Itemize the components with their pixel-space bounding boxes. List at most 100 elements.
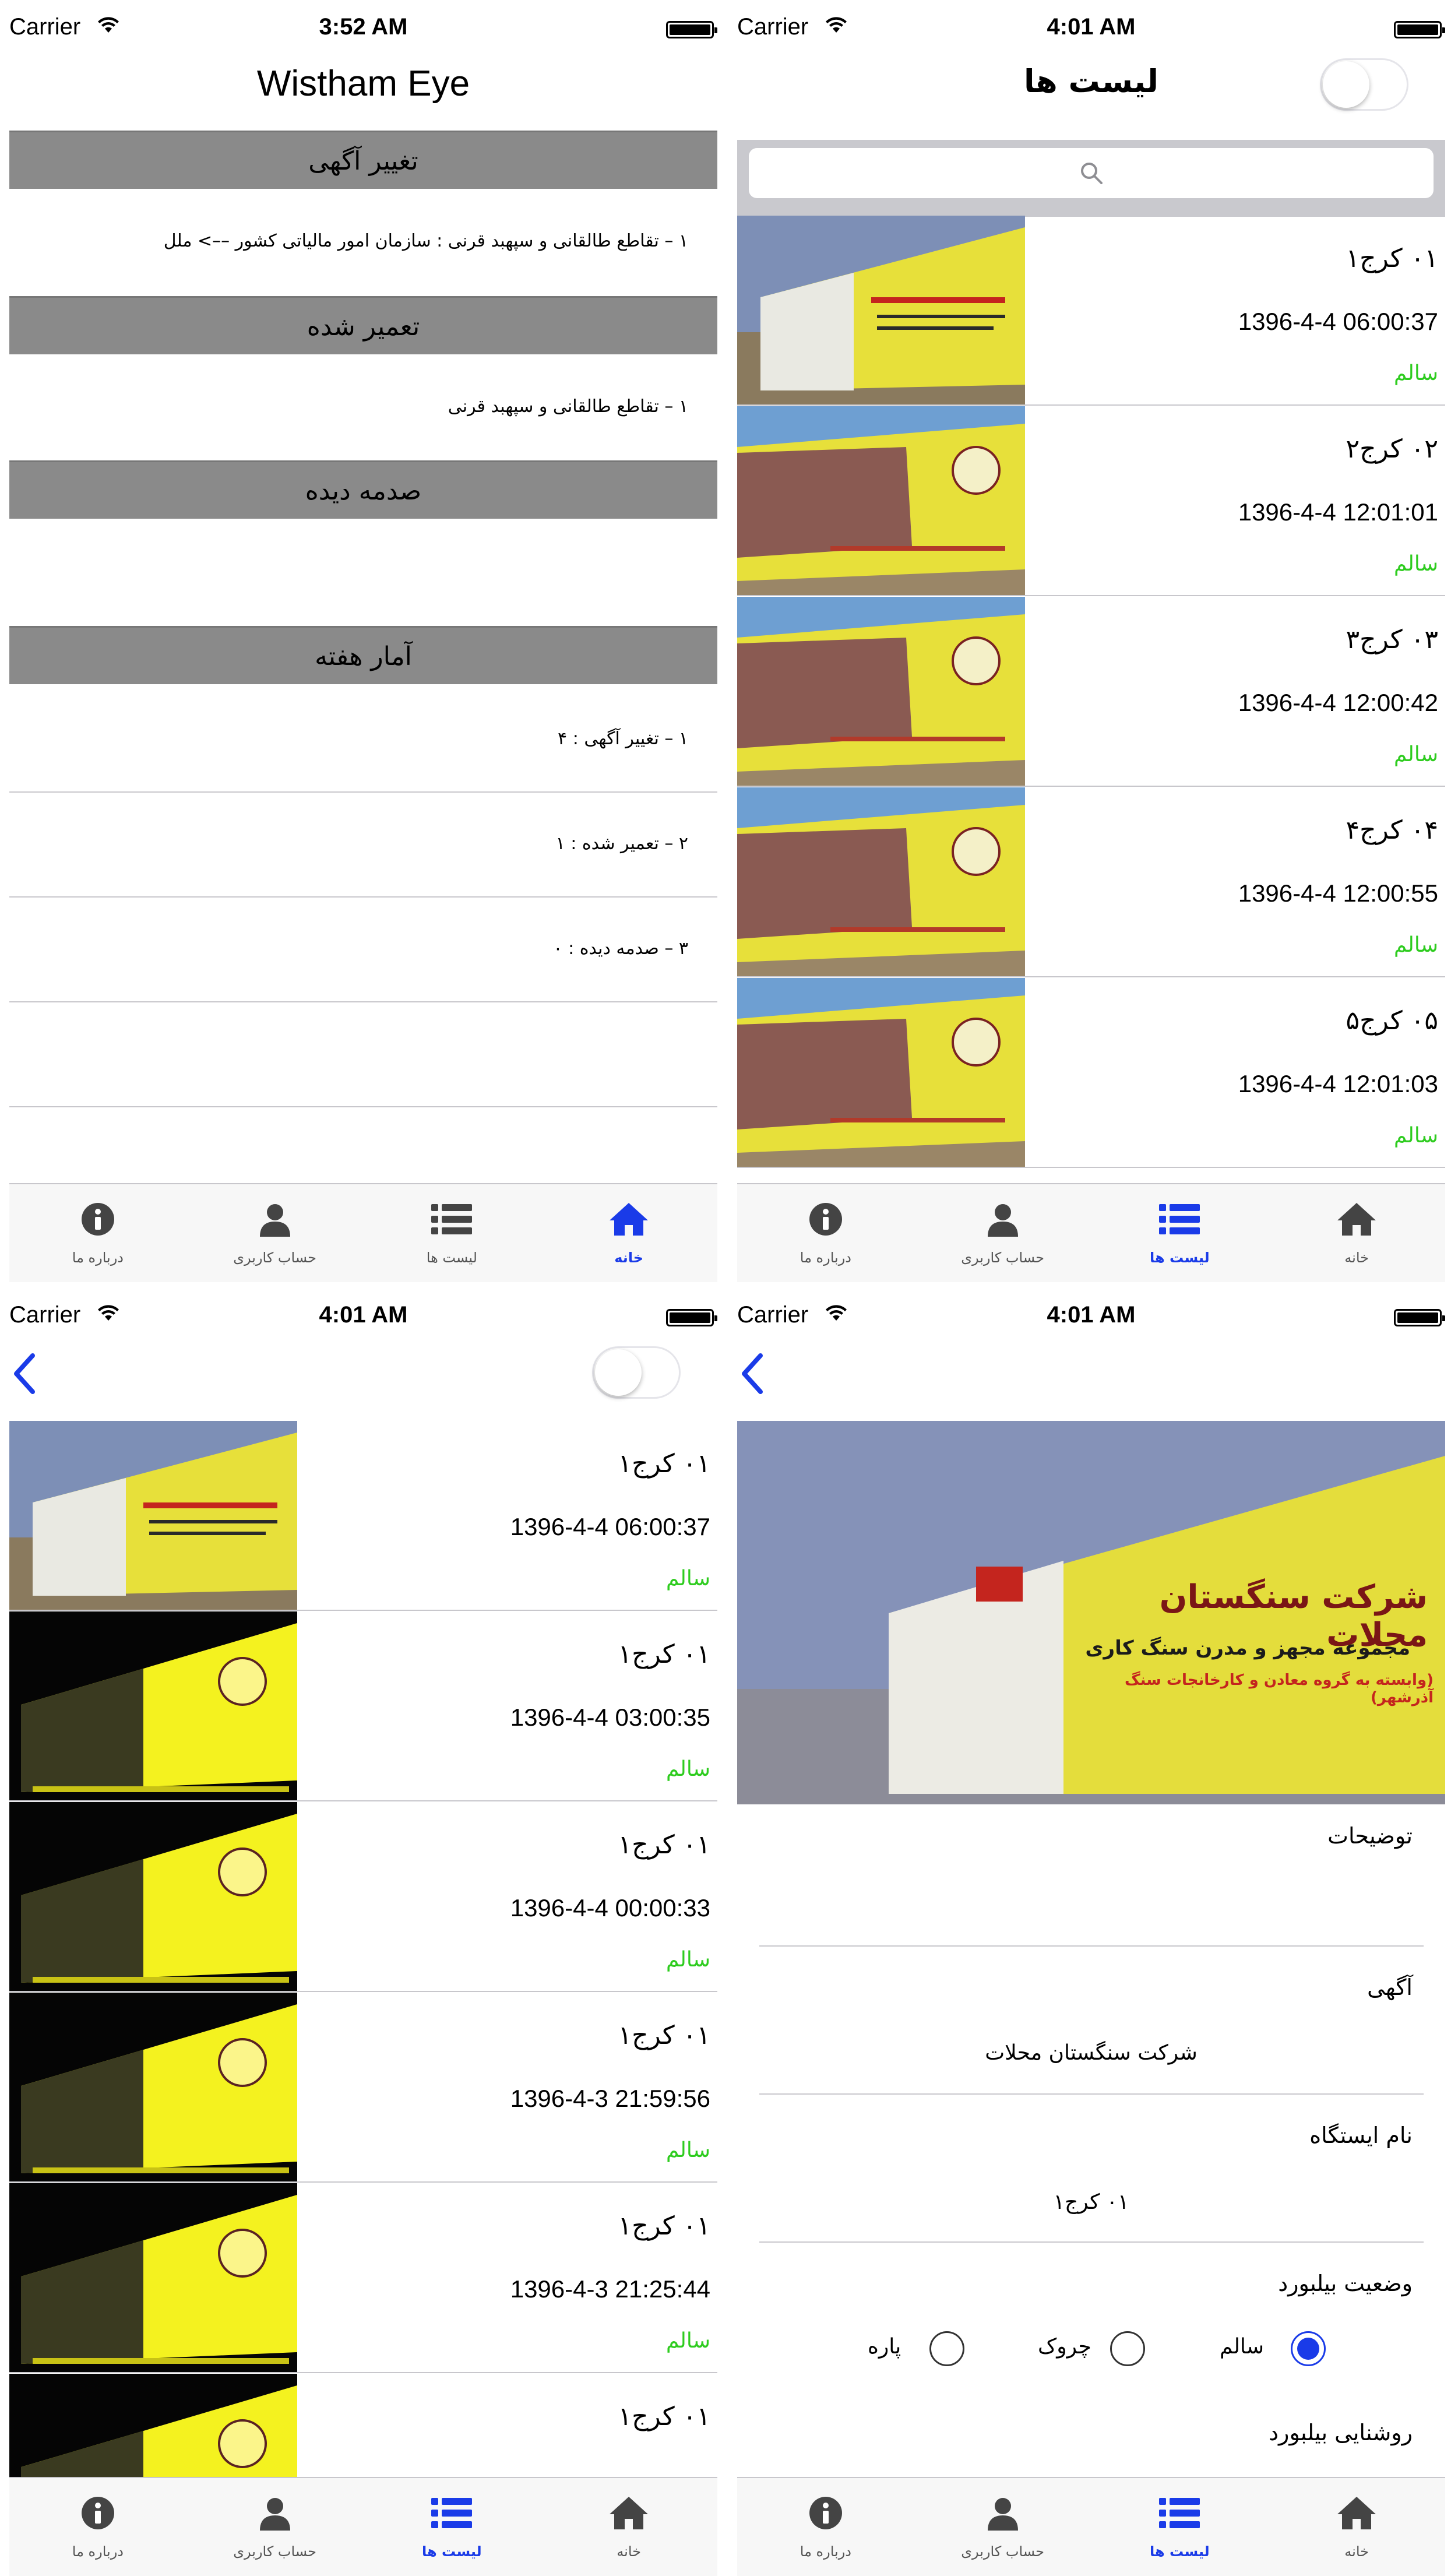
status-radio-wrinkled[interactable] <box>1110 2331 1145 2366</box>
billboard-thumbnail <box>737 216 1025 404</box>
tab-home[interactable]: خانه <box>1268 2478 1445 2576</box>
tab-account[interactable]: حساب کاربری <box>186 1184 364 1282</box>
capture-time: 1396-4-4 12:01:03 <box>1238 1070 1438 1097</box>
repaired-item[interactable]: ۱ – تقاطع طالقانی و سپهبد قرنی <box>448 396 688 417</box>
station-name: ۰۵ کرج۵ <box>1346 1006 1438 1036</box>
tab-account-label: حساب کاربری <box>233 1250 317 1266</box>
list-icon <box>1159 2496 1200 2531</box>
tab-lists-label: لیست ها <box>426 1250 477 1266</box>
info-icon <box>80 1202 115 1237</box>
tab-about[interactable]: درباره ما <box>737 2478 914 2576</box>
tab-lists[interactable]: لیست ها <box>1091 1184 1269 1282</box>
billboard-lighting-label: روشنایی بیلبورد <box>1269 2420 1413 2445</box>
back-chevron-icon[interactable] <box>13 1353 36 1394</box>
tab-account[interactable]: حساب کاربری <box>914 2478 1091 2576</box>
billboard-photo: شرکت سنگستان محلات مجموعه مجهز و مدرن سن… <box>737 1421 1445 1804</box>
tab-about[interactable]: درباره ما <box>9 1184 186 1282</box>
list-item[interactable]: ۰۱ کرج۱ 1396-4-4 06:00:37 سالم <box>9 1421 717 1611</box>
filter-toggle[interactable] <box>1320 58 1408 111</box>
tab-bar: درباره ما حساب کاربری لیست ها خانه <box>9 1183 717 1282</box>
info-icon <box>808 2496 843 2531</box>
tab-bar: درباره ما حساب کاربری لیست ها خانه <box>737 1183 1445 1282</box>
billboard-thumbnail <box>9 1421 297 1610</box>
tab-home[interactable]: خانه <box>540 1184 717 1282</box>
tab-home[interactable]: خانه <box>540 2478 717 2576</box>
tab-about[interactable]: درباره ما <box>737 1184 914 1282</box>
list-item[interactable]: ۰۲ کرج۲ 1396-4-4 12:01:01 سالم <box>737 406 1445 596</box>
tab-account[interactable]: حساب کاربری <box>186 2478 364 2576</box>
list-item[interactable]: ۰۴ کرج۴ 1396-4-4 12:00:55 سالم <box>737 787 1445 977</box>
status-bar: Carrier 4:01 AM <box>737 0 1445 58</box>
station-name: ۰۳ کرج۳ <box>1346 625 1438 654</box>
clock: 3:52 AM <box>319 14 408 40</box>
home-screen: Carrier 3:52 AM Wistham Eye تغییر آگهی ۱… <box>9 0 717 1282</box>
filter-toggle[interactable] <box>592 1346 681 1399</box>
capture-time: 1396-4-4 06:00:37 <box>1238 308 1438 335</box>
info-icon <box>80 2496 115 2531</box>
status-badge: سالم <box>665 1757 710 1781</box>
stat-row-empty <box>9 1107 717 1183</box>
tab-home-label: خانه <box>617 2543 641 2560</box>
list-item[interactable]: ۰۱ کرج۱ 1396-4-3 21:59:56 سالم <box>9 1993 717 2183</box>
list-item[interactable]: ۰۳ کرج۳ 1396-4-4 12:00:42 سالم <box>737 597 1445 787</box>
stat-row-empty <box>9 1002 717 1107</box>
user-icon <box>985 1202 1020 1237</box>
capture-time: 1396-4-4 12:00:55 <box>1238 879 1438 907</box>
battery-icon <box>1394 1309 1445 1326</box>
tab-home[interactable]: خانه <box>1268 1184 1445 1282</box>
tab-lists[interactable]: لیست ها <box>1091 2478 1269 2576</box>
section-header-weekly: آمار هفته <box>9 626 717 684</box>
status-bar: Carrier 4:01 AM <box>737 1288 1445 1346</box>
status-badge: سالم <box>1393 1124 1438 1148</box>
battery-icon <box>666 21 717 38</box>
tab-bar: درباره ما حساب کاربری لیست ها خانه <box>9 2477 717 2576</box>
stat-row: ۲ – تعمیر شده : ۱ <box>9 793 717 898</box>
status-radio-torn[interactable] <box>929 2331 964 2366</box>
tab-account-label: حساب کاربری <box>961 1250 1045 1266</box>
list-item[interactable]: ۰۵ کرج۵ 1396-4-4 12:01:03 سالم <box>737 978 1445 1168</box>
list-item[interactable]: ۰۱ کرج۱ 1396-4-3 21:25:44 سالم <box>9 2183 717 2373</box>
section-header-damaged: صدمه دیده <box>9 460 717 519</box>
ad-change-item[interactable]: ۱ – تقاطع طالقانی و سپهبد قرنی : سازمان … <box>164 231 688 251</box>
tab-about-label: درباره ما <box>800 1250 851 1266</box>
tab-lists[interactable]: لیست ها <box>364 2478 541 2576</box>
tab-account-label: حساب کاربری <box>233 2543 317 2560</box>
divider <box>759 1945 1424 1947</box>
tab-lists[interactable]: لیست ها <box>364 1184 541 1282</box>
station-name: ۰۱ کرج۱ <box>1346 244 1438 273</box>
divider <box>759 2241 1424 2243</box>
billboard-thumbnail <box>737 787 1025 976</box>
status-radio-healthy[interactable] <box>1291 2331 1326 2366</box>
list-item[interactable]: ۰۱ کرج۱ 1396-4-4 06:00:37 سالم <box>737 216 1445 406</box>
battery-icon <box>666 1309 717 1326</box>
tab-lists-label: لیست ها <box>422 2543 482 2560</box>
billboard-subline: مجموعه مجهز و مدرن سنگ کاری <box>1085 1637 1410 1660</box>
user-icon <box>985 2496 1020 2531</box>
stat-row: ۱ – تغییر آگهی : ۴ <box>9 688 717 793</box>
tab-lists-label: لیست ها <box>1150 1250 1210 1266</box>
capture-time: 1396-4-4 12:00:42 <box>1238 689 1438 716</box>
clock: 4:01 AM <box>319 1302 408 1328</box>
capture-time: 1396-4-4 12:01:01 <box>1238 498 1438 526</box>
stat-row: ۳ – صدمه دیده : ۰ <box>9 898 717 1002</box>
status-badge: سالم <box>1393 552 1438 576</box>
section-header-ad-change: تغییر آگهی <box>9 131 717 189</box>
capture-time: 1396-4-3 21:59:56 <box>510 2085 710 2112</box>
back-chevron-icon[interactable] <box>741 1353 764 1394</box>
search-input[interactable] <box>749 148 1434 198</box>
capture-time: 1396-4-3 21:25:44 <box>510 2275 710 2303</box>
info-icon <box>808 1202 843 1237</box>
status-badge: سالم <box>1393 361 1438 385</box>
tab-about-label: درباره ما <box>72 1250 124 1266</box>
status-badge: سالم <box>665 1567 710 1590</box>
tab-account[interactable]: حساب کاربری <box>914 1184 1091 1282</box>
tab-about[interactable]: درباره ما <box>9 2478 186 2576</box>
list-item[interactable]: ۰۱ کرج۱ 1396-4-4 00:00:33 سالم <box>9 1802 717 1992</box>
list-item[interactable]: ۰۱ کرج۱ <box>9 2374 717 2478</box>
capture-time: 1396-4-4 06:00:37 <box>510 1513 710 1540</box>
billboard-thumbnail <box>9 2374 297 2478</box>
search-icon <box>1080 161 1103 185</box>
status-badge: سالم <box>665 2329 710 2353</box>
list-item[interactable]: ۰۱ کرج۱ 1396-4-4 03:00:35 سالم <box>9 1611 717 1801</box>
billboard-thumbnail <box>737 978 1025 1167</box>
